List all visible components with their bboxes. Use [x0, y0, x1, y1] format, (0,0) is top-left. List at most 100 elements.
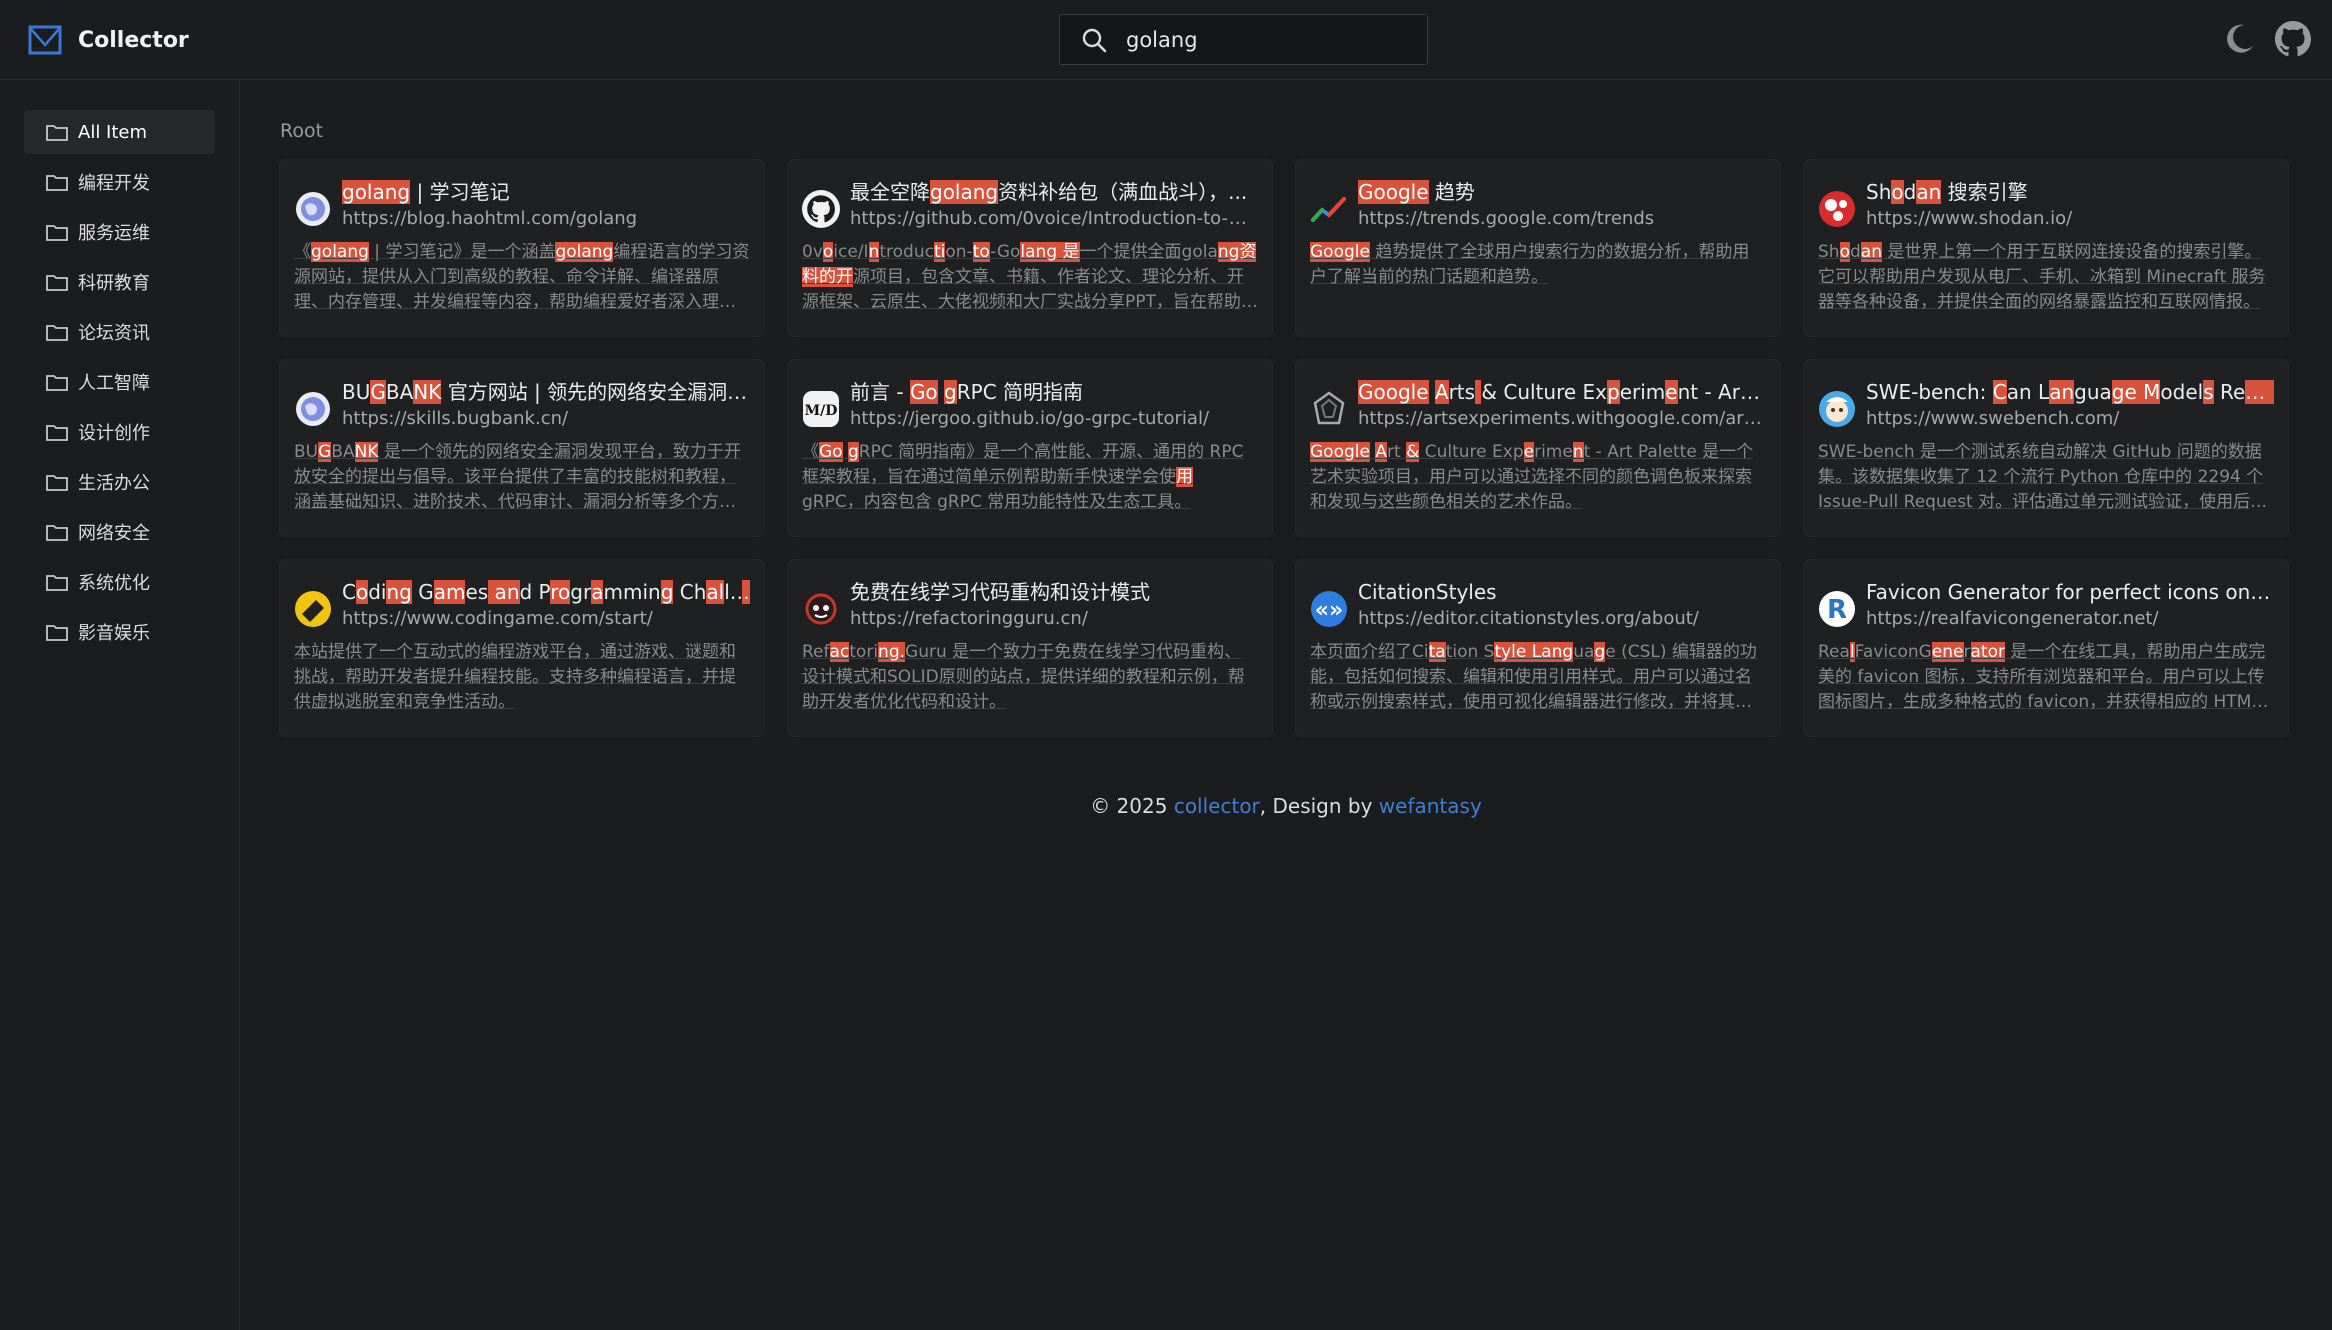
bookmark-card[interactable]: golang | 学习笔记 https://blog.haohtml.com/go… [280, 160, 764, 336]
search-input[interactable] [1126, 27, 1416, 52]
bookmark-url[interactable]: https://www.codingame.com/start/ [342, 606, 750, 632]
bookmark-url[interactable]: https://jergoo.github.io/go-grpc-tutoria… [850, 406, 1258, 432]
svg-text:M/D: M/D [805, 403, 838, 419]
svg-text:R: R [1827, 595, 1847, 625]
bookmark-url[interactable]: https://blog.haohtml.com/golang [342, 206, 750, 232]
bookmark-url[interactable]: https://skills.bugbank.cn/ [342, 406, 750, 432]
sidebar-item-label: 编程开发 [78, 173, 150, 194]
arts-culture-icon [1310, 390, 1348, 428]
sidebar-item-4[interactable]: 论坛资讯 [24, 310, 215, 354]
bookmark-title[interactable]: Shodan 搜索引擎 [1866, 178, 2274, 206]
sidebar-item-8[interactable]: 网络安全 [24, 510, 215, 554]
globe-icon [294, 390, 332, 428]
folder-icon [46, 323, 68, 341]
bookmark-card[interactable]: 免费在线学习代码重构和设计模式 https://refactoringguru.c… [788, 560, 1272, 736]
bookmark-card[interactable]: Coding Games and Programming Challengesh… [280, 560, 764, 736]
google-trends-icon [1310, 190, 1348, 228]
sidebar-item-label: 服务运维 [78, 223, 150, 244]
shodan-icon [1818, 190, 1856, 228]
bookmark-card[interactable]: SWE-bench: Can Language Models Resolve R… [1804, 360, 2288, 536]
sidebar-item-9[interactable]: 系统优化 [24, 560, 215, 604]
favicon-r-icon: R [1818, 590, 1856, 628]
bookmark-url[interactable]: https://editor.citationstyles.org/about/ [1358, 606, 1766, 632]
footer-link-collector[interactable]: collector [1174, 794, 1260, 818]
footer-copyright: © 2025 [1090, 794, 1174, 818]
brand-name: Collector [78, 27, 189, 53]
folder-icon [46, 623, 68, 641]
folder-open-icon [46, 123, 68, 141]
bookmark-title[interactable]: Coding Games and Programming Challenges [342, 578, 750, 606]
bookmark-description: 0voice/Introduction-to-Golang 是一个提供全面gol… [802, 242, 1258, 312]
footer-link-wefantasy[interactable]: wefantasy [1379, 794, 1482, 818]
folder-icon [46, 273, 68, 291]
moon-icon[interactable] [2220, 20, 2258, 58]
bookmark-card[interactable]: R Favicon Generator for perfect icons on … [1804, 560, 2288, 736]
bookmark-card[interactable]: «» CitationStyles https://editor.citations… [1296, 560, 1780, 736]
bookmark-url[interactable]: https://artsexperiments.withgoogle.com/a… [1358, 406, 1766, 432]
sidebar-item-5[interactable]: 人工智障 [24, 360, 215, 404]
brand[interactable]: Collector [28, 22, 189, 58]
bookmark-url[interactable]: https://www.shodan.io/ [1866, 206, 2274, 232]
bookmark-description: SWE-bench 是一个测试系统自动解决 GitHub 问题的数据集。该数据集… [1818, 442, 2268, 512]
sidebar-item-label: 系统优化 [78, 573, 150, 594]
globe-icon [294, 190, 332, 228]
bookmark-title[interactable]: CitationStyles [1358, 578, 1766, 606]
sidebar-item-1[interactable]: 编程开发 [24, 160, 215, 204]
breadcrumb[interactable]: Root [280, 120, 323, 142]
sidebar-item-2[interactable]: 服务运维 [24, 210, 215, 254]
bookmark-url[interactable]: https://trends.google.com/trends [1358, 206, 1766, 232]
bookmark-title[interactable]: 最全空降golang资料补给包（满血战斗），... [850, 178, 1258, 206]
sidebar-item-label: 生活办公 [78, 473, 150, 494]
bookmark-title[interactable]: Favicon Generator for perfect icons on a… [1866, 578, 2274, 606]
folder-icon [46, 573, 68, 591]
bookmark-card[interactable]: 最全空降golang资料补给包（满血战斗），... https://github.… [788, 160, 1272, 336]
svg-text:«»: «» [1315, 598, 1343, 623]
footer-design-by: , Design by [1259, 794, 1379, 818]
sidebar-item-7[interactable]: 生活办公 [24, 460, 215, 504]
bookmark-url[interactable]: https://realfavicongenerator.net/ [1866, 606, 2274, 632]
sidebar-item-label: 人工智障 [78, 373, 150, 394]
bookmark-description: 本站提供了一个互动式的编程游戏平台，通过游戏、谜题和挑战，帮助开发者提升编程技能… [294, 642, 736, 712]
main-content: Root golang | 学习笔记 https://blog.haohtml.c… [240, 80, 2332, 1330]
bookmark-title[interactable]: golang | 学习笔记 [342, 178, 750, 206]
top-bar: Collector [0, 0, 2332, 80]
bookmark-title[interactable]: 前言 - Go gRPC 简明指南 [850, 378, 1258, 406]
sidebar-item-3[interactable]: 科研教育 [24, 260, 215, 304]
bookmark-title[interactable]: BUGBANK 官方网站 | 领先的网络安全漏洞发现平台 [342, 378, 750, 406]
folder-icon [46, 523, 68, 541]
bookmark-description: 本页面介绍了Citation Style Language (CSL) 编辑器的… [1310, 642, 1757, 712]
collector-logo-icon [28, 25, 62, 55]
bookmark-card[interactable]: BUGBANK 官方网站 | 领先的网络安全漏洞发现平台https://skil… [280, 360, 764, 536]
search-box[interactable] [1059, 14, 1428, 65]
sidebar-item-label: 科研教育 [78, 273, 150, 294]
bookmark-description: Google Art & Culture Experiment - Art Pa… [1310, 442, 1754, 512]
bookmark-description: Shodan 是世界上第一个用于互联网连接设备的搜索引擎。它可以帮助用户发现从电… [1818, 242, 2266, 312]
folder-icon [46, 223, 68, 241]
sidebar: All Item 编程开发服务运维科研教育论坛资讯人工智障设计创作生活办公网络安全… [0, 80, 240, 1330]
folder-icon [46, 423, 68, 441]
github-icon[interactable] [2274, 20, 2312, 58]
folder-icon [46, 473, 68, 491]
bookmark-card[interactable]: Shodan 搜索引擎 https://www.shodan.io/Shodan … [1804, 160, 2288, 336]
codingame-icon [294, 590, 332, 628]
sidebar-item-6[interactable]: 设计创作 [24, 410, 215, 454]
github-icon [802, 190, 840, 228]
sidebar-item-10[interactable]: 影音娱乐 [24, 610, 215, 654]
folder-icon [46, 373, 68, 391]
bookmark-title[interactable]: SWE-bench: Can Language Models Resolve R… [1866, 378, 2274, 406]
sidebar-item-0[interactable]: All Item [24, 110, 215, 154]
bookmark-title[interactable]: Google 趋势 [1358, 178, 1766, 206]
bookmark-title[interactable]: 免费在线学习代码重构和设计模式 [850, 578, 1258, 606]
bookmark-description: 《golang | 学习笔记》是一个涵盖golang编程语言的学习资源网站，提供… [294, 242, 750, 312]
bookmark-description: 《Go gRPC 简明指南》是一个高性能、开源、通用的 RPC 框架教程，旨在通… [802, 442, 1244, 512]
bookmark-description: Google 趋势提供了全球用户搜索行为的数据分析，帮助用户了解当前的热门话题和… [1310, 242, 1750, 287]
bookmark-card[interactable]: M/D 前言 - Go gRPC 简明指南 https://jergoo.githu… [788, 360, 1272, 536]
bookmark-title[interactable]: Google Arts & Culture Experiment - Art P… [1358, 378, 1766, 406]
md-book-icon: M/D [802, 390, 840, 428]
bookmark-url[interactable]: https://refactoringguru.cn/ [850, 606, 1258, 632]
bookmark-url[interactable]: https://github.com/0voice/Introduction-t… [850, 206, 1258, 232]
footer: © 2025 collector, Design by wefantasy [240, 794, 2332, 818]
bookmark-card[interactable]: Google Arts & Culture Experiment - Art P… [1296, 360, 1780, 536]
bookmark-url[interactable]: https://www.swebench.com/ [1866, 406, 2274, 432]
bookmark-card[interactable]: Google 趋势 https://trends.google.com/trend… [1296, 160, 1780, 336]
